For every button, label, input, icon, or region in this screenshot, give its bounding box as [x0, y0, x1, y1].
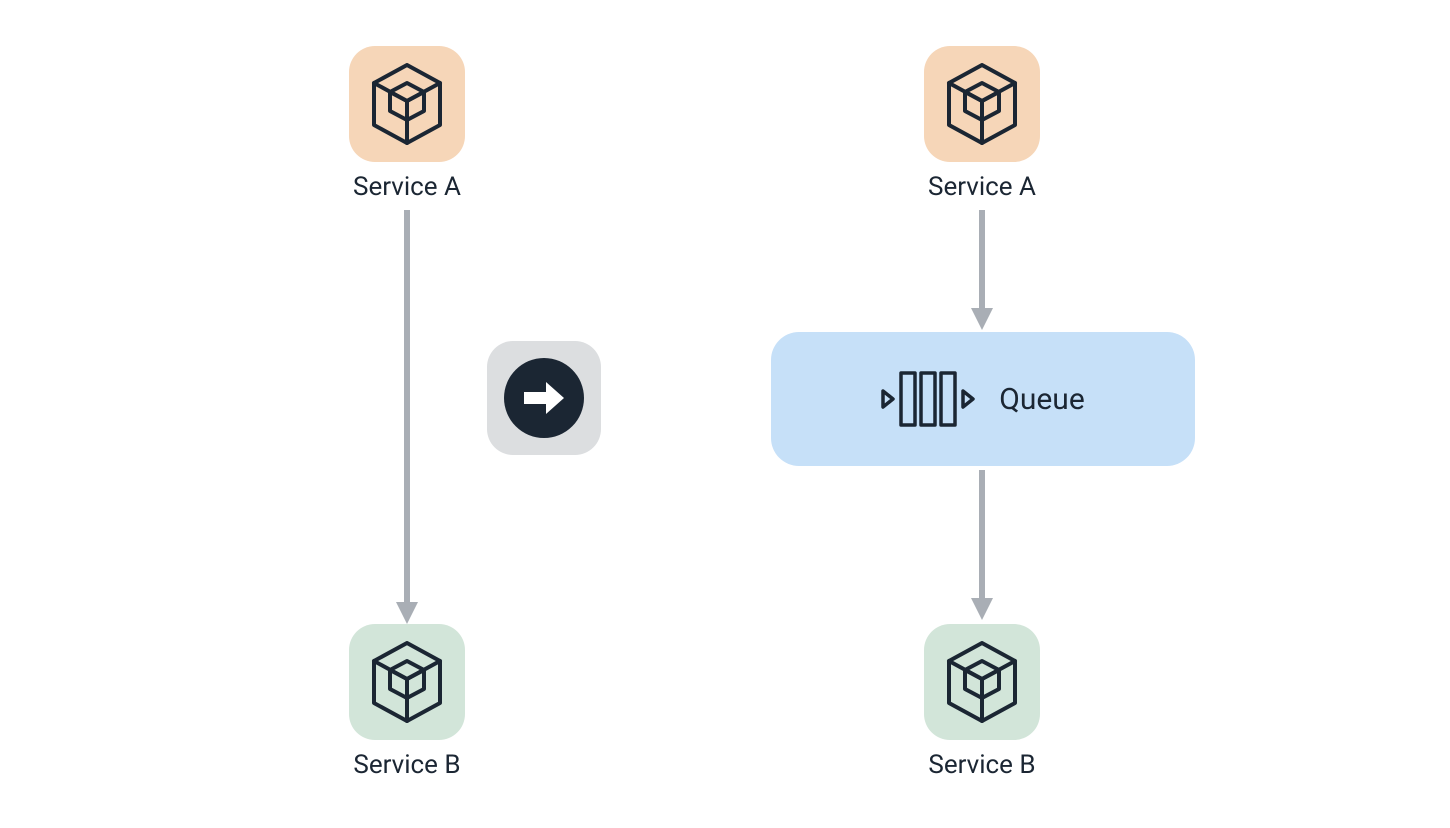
service-a-icon-box [924, 46, 1040, 162]
right-service-a-label: Service A [928, 172, 1036, 202]
right-arrow-queue-to-b [969, 470, 995, 620]
right-service-b-label: Service B [928, 750, 1035, 780]
left-arrow-a-to-b [394, 210, 420, 624]
transition-badge [487, 341, 601, 455]
queue-label: Queue [999, 382, 1085, 417]
cube-icon [945, 63, 1019, 145]
right-service-b-node: Service B [924, 624, 1040, 780]
queue-icon [881, 369, 977, 429]
cube-icon [945, 641, 1019, 723]
cube-icon [370, 63, 444, 145]
left-service-b-label: Service B [353, 750, 460, 780]
architecture-diagram: Service A Service B [0, 0, 1450, 828]
service-b-icon-box [349, 624, 465, 740]
right-service-a-node: Service A [924, 46, 1040, 202]
right-arrow-a-to-queue [969, 210, 995, 330]
left-service-a-node: Service A [349, 46, 465, 202]
service-a-icon-box [349, 46, 465, 162]
left-service-b-node: Service B [349, 624, 465, 780]
cube-icon [370, 641, 444, 723]
arrow-right-circle-icon [504, 358, 584, 438]
left-service-a-label: Service A [353, 172, 461, 202]
service-b-icon-box [924, 624, 1040, 740]
queue-node: Queue [771, 332, 1195, 466]
